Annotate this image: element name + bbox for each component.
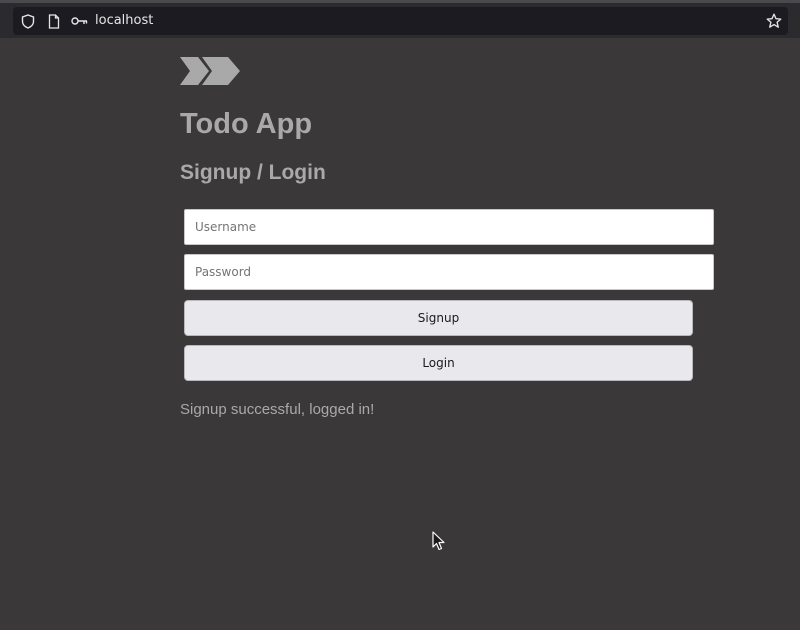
app-title: Todo App xyxy=(180,108,313,140)
url-text[interactable]: localhost xyxy=(95,7,153,35)
password-input[interactable] xyxy=(184,254,714,290)
username-input[interactable] xyxy=(184,209,714,245)
page-icon[interactable] xyxy=(46,7,62,35)
mouse-cursor-icon xyxy=(432,531,445,551)
key-icon[interactable] xyxy=(70,7,88,35)
chevrons-logo-icon xyxy=(180,57,240,85)
star-icon[interactable] xyxy=(765,7,783,35)
status-message: Signup successful, logged in! xyxy=(180,401,375,418)
shield-icon[interactable] xyxy=(20,7,36,35)
login-button[interactable]: Login xyxy=(184,345,693,381)
section-title: Signup / Login xyxy=(180,161,326,184)
address-bar[interactable]: localhost xyxy=(13,7,788,35)
signup-button[interactable]: Signup xyxy=(184,300,693,336)
browser-toolbar: localhost xyxy=(0,0,800,38)
